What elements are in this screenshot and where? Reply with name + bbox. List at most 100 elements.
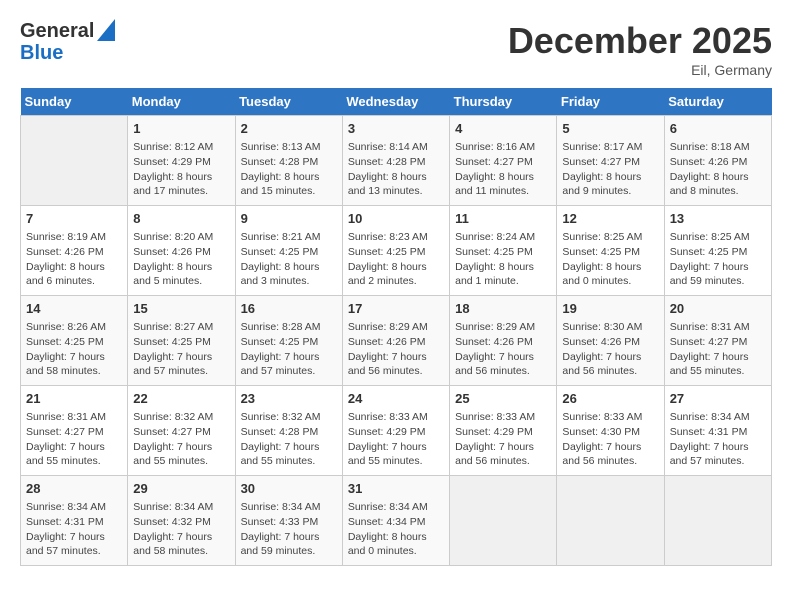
day-number: 17 — [348, 300, 444, 318]
day-info: Sunrise: 8:31 AMSunset: 4:27 PMDaylight:… — [26, 410, 122, 469]
col-header-saturday: Saturday — [664, 88, 771, 116]
day-number: 19 — [562, 300, 658, 318]
day-number: 9 — [241, 210, 337, 228]
day-info: Sunrise: 8:25 AMSunset: 4:25 PMDaylight:… — [670, 230, 766, 289]
day-number: 23 — [241, 390, 337, 408]
day-number: 14 — [26, 300, 122, 318]
col-header-tuesday: Tuesday — [235, 88, 342, 116]
day-info: Sunrise: 8:34 AMSunset: 4:31 PMDaylight:… — [670, 410, 766, 469]
day-info: Sunrise: 8:17 AMSunset: 4:27 PMDaylight:… — [562, 140, 658, 199]
calendar-cell: 7Sunrise: 8:19 AMSunset: 4:26 PMDaylight… — [21, 206, 128, 296]
day-number: 18 — [455, 300, 551, 318]
calendar-week-2: 7Sunrise: 8:19 AMSunset: 4:26 PMDaylight… — [21, 206, 772, 296]
day-info: Sunrise: 8:32 AMSunset: 4:27 PMDaylight:… — [133, 410, 229, 469]
calendar-cell — [664, 476, 771, 566]
calendar-week-1: 1 Sunrise: 8:12 AMSunset: 4:29 PMDaylight… — [21, 116, 772, 206]
day-number: 4 — [455, 120, 551, 138]
calendar-cell: 26 Sunrise: 8:33 AMSunset: 4:30 PMDayligh… — [557, 386, 664, 476]
calendar-cell: 13 Sunrise: 8:25 AMSunset: 4:25 PMDayligh… — [664, 206, 771, 296]
calendar-cell: 18Sunrise: 8:29 AMSunset: 4:26 PMDayligh… — [450, 296, 557, 386]
calendar-cell — [21, 116, 128, 206]
logo: General Blue — [20, 20, 115, 64]
calendar-cell: 21 Sunrise: 8:31 AMSunset: 4:27 PMDayligh… — [21, 386, 128, 476]
calendar-cell: 12Sunrise: 8:25 AMSunset: 4:25 PMDayligh… — [557, 206, 664, 296]
day-number: 29 — [133, 480, 229, 498]
day-info: Sunrise: 8:33 AMSunset: 4:29 PMDaylight:… — [348, 410, 444, 469]
day-number: 1 — [133, 120, 229, 138]
day-number: 21 — [26, 390, 122, 408]
day-info: Sunrise: 8:13 AMSunset: 4:28 PMDaylight:… — [241, 140, 337, 199]
day-info: Sunrise: 8:24 AMSunset: 4:25 PMDaylight:… — [455, 230, 551, 289]
day-number: 13 — [670, 210, 766, 228]
day-number: 24 — [348, 390, 444, 408]
calendar-cell: 31 Sunrise: 8:34 AMSunset: 4:34 PMDayligh… — [342, 476, 449, 566]
calendar-cell: 23Sunrise: 8:32 AMSunset: 4:28 PMDayligh… — [235, 386, 342, 476]
day-number: 16 — [241, 300, 337, 318]
logo-icon — [97, 19, 115, 41]
day-number: 8 — [133, 210, 229, 228]
day-info: Sunrise: 8:34 AMSunset: 4:34 PMDaylight:… — [348, 500, 444, 559]
calendar-week-3: 14 Sunrise: 8:26 AMSunset: 4:25 PMDayligh… — [21, 296, 772, 386]
day-info: Sunrise: 8:18 AMSunset: 4:26 PMDaylight:… — [670, 140, 766, 199]
calendar-cell: 17 Sunrise: 8:29 AMSunset: 4:26 PMDayligh… — [342, 296, 449, 386]
day-info: Sunrise: 8:21 AMSunset: 4:25 PMDaylight:… — [241, 230, 337, 289]
day-info: Sunrise: 8:29 AMSunset: 4:26 PMDaylight:… — [348, 320, 444, 379]
day-number: 5 — [562, 120, 658, 138]
col-header-thursday: Thursday — [450, 88, 557, 116]
calendar-header-row: SundayMondayTuesdayWednesdayThursdayFrid… — [21, 88, 772, 116]
calendar-cell: 19Sunrise: 8:30 AMSunset: 4:26 PMDayligh… — [557, 296, 664, 386]
day-info: Sunrise: 8:20 AMSunset: 4:26 PMDaylight:… — [133, 230, 229, 289]
day-info: Sunrise: 8:33 AMSunset: 4:30 PMDaylight:… — [562, 410, 658, 469]
calendar-cell: 15 Sunrise: 8:27 AMSunset: 4:25 PMDayligh… — [128, 296, 235, 386]
day-info: Sunrise: 8:12 AMSunset: 4:29 PMDaylight:… — [133, 140, 229, 199]
calendar-cell: 29Sunrise: 8:34 AMSunset: 4:32 PMDayligh… — [128, 476, 235, 566]
calendar-week-5: 28Sunrise: 8:34 AMSunset: 4:31 PMDayligh… — [21, 476, 772, 566]
calendar-cell — [450, 476, 557, 566]
day-number: 31 — [348, 480, 444, 498]
day-info: Sunrise: 8:34 AMSunset: 4:33 PMDaylight:… — [241, 500, 337, 559]
calendar-cell: 2Sunrise: 8:13 AMSunset: 4:28 PMDaylight… — [235, 116, 342, 206]
calendar-cell: 14 Sunrise: 8:26 AMSunset: 4:25 PMDayligh… — [21, 296, 128, 386]
logo-general: General — [20, 20, 94, 42]
col-header-monday: Monday — [128, 88, 235, 116]
calendar-cell: 24 Sunrise: 8:33 AMSunset: 4:29 PMDayligh… — [342, 386, 449, 476]
month-title: December 2025 — [508, 20, 772, 62]
day-info: Sunrise: 8:16 AMSunset: 4:27 PMDaylight:… — [455, 140, 551, 199]
day-number: 30 — [241, 480, 337, 498]
day-info: Sunrise: 8:31 AMSunset: 4:27 PMDaylight:… — [670, 320, 766, 379]
calendar-cell: 28Sunrise: 8:34 AMSunset: 4:31 PMDayligh… — [21, 476, 128, 566]
day-number: 20 — [670, 300, 766, 318]
page-header: General Blue December 2025 Eil, Germany — [20, 20, 772, 78]
day-info: Sunrise: 8:25 AMSunset: 4:25 PMDaylight:… — [562, 230, 658, 289]
calendar-cell: 27Sunrise: 8:34 AMSunset: 4:31 PMDayligh… — [664, 386, 771, 476]
col-header-wednesday: Wednesday — [342, 88, 449, 116]
title-block: December 2025 Eil, Germany — [508, 20, 772, 78]
day-number: 22 — [133, 390, 229, 408]
day-number: 26 — [562, 390, 658, 408]
day-number: 6 — [670, 120, 766, 138]
calendar-week-4: 21 Sunrise: 8:31 AMSunset: 4:27 PMDayligh… — [21, 386, 772, 476]
calendar-cell: 8 Sunrise: 8:20 AMSunset: 4:26 PMDaylight… — [128, 206, 235, 296]
calendar-cell: 3 Sunrise: 8:14 AMSunset: 4:28 PMDaylight… — [342, 116, 449, 206]
calendar-cell: 4 Sunrise: 8:16 AMSunset: 4:27 PMDaylight… — [450, 116, 557, 206]
day-info: Sunrise: 8:14 AMSunset: 4:28 PMDaylight:… — [348, 140, 444, 199]
day-number: 3 — [348, 120, 444, 138]
day-number: 15 — [133, 300, 229, 318]
day-number: 11 — [455, 210, 551, 228]
location-subtitle: Eil, Germany — [508, 62, 772, 78]
day-number: 7 — [26, 210, 122, 228]
calendar-cell: 5 Sunrise: 8:17 AMSunset: 4:27 PMDaylight… — [557, 116, 664, 206]
calendar-table: SundayMondayTuesdayWednesdayThursdayFrid… — [20, 88, 772, 566]
calendar-cell: 16Sunrise: 8:28 AMSunset: 4:25 PMDayligh… — [235, 296, 342, 386]
calendar-cell: 10Sunrise: 8:23 AMSunset: 4:25 PMDayligh… — [342, 206, 449, 296]
logo-blue: Blue — [20, 42, 63, 64]
calendar-cell — [557, 476, 664, 566]
col-header-friday: Friday — [557, 88, 664, 116]
calendar-cell: 25Sunrise: 8:33 AMSunset: 4:29 PMDayligh… — [450, 386, 557, 476]
calendar-cell: 9 Sunrise: 8:21 AMSunset: 4:25 PMDaylight… — [235, 206, 342, 296]
day-info: Sunrise: 8:26 AMSunset: 4:25 PMDaylight:… — [26, 320, 122, 379]
day-number: 25 — [455, 390, 551, 408]
calendar-cell: 1 Sunrise: 8:12 AMSunset: 4:29 PMDaylight… — [128, 116, 235, 206]
day-info: Sunrise: 8:27 AMSunset: 4:25 PMDaylight:… — [133, 320, 229, 379]
day-info: Sunrise: 8:34 AMSunset: 4:31 PMDaylight:… — [26, 500, 122, 559]
